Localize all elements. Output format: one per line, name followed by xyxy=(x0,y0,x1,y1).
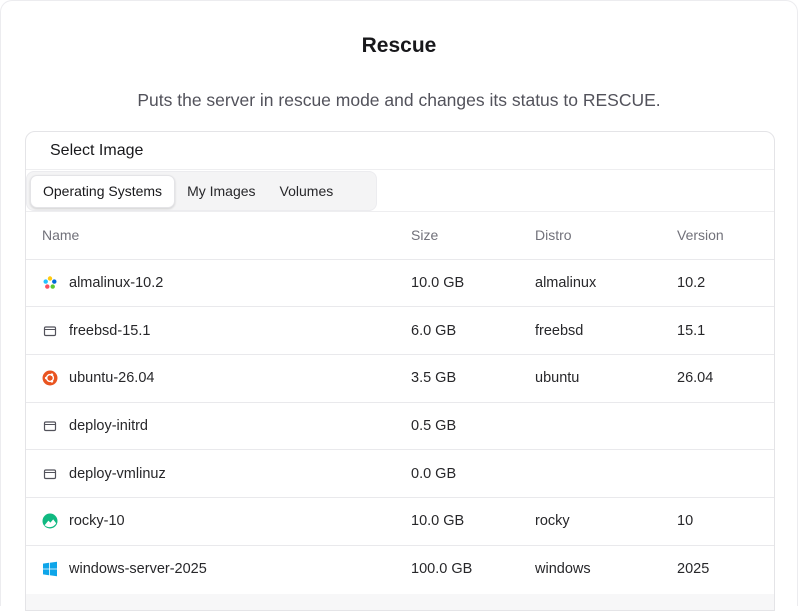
image-distro xyxy=(535,402,677,451)
select-image-card: Select Image Operating Systems My Images… xyxy=(25,131,775,611)
table-header-row: Name Size Distro Version xyxy=(26,212,774,260)
image-name: deploy-initrd xyxy=(69,417,148,434)
image-version: 15.1 xyxy=(677,306,774,355)
rocky-logo-icon xyxy=(42,513,58,529)
tab-my-images[interactable]: My Images xyxy=(175,175,267,208)
image-version: 10.2 xyxy=(677,259,774,308)
image-name: ubuntu-26.04 xyxy=(69,370,155,387)
disk-image-icon xyxy=(42,418,58,434)
image-distro: ubuntu xyxy=(535,354,677,403)
image-distro xyxy=(535,449,677,498)
image-source-tabs: Operating Systems My Images Volumes xyxy=(26,171,377,211)
image-name: rocky-10 xyxy=(69,513,125,530)
image-version xyxy=(677,449,774,498)
image-size: 10.0 GB xyxy=(411,497,535,546)
image-distro: freebsd xyxy=(535,306,677,355)
select-image-heading: Select Image xyxy=(26,132,774,170)
table-row[interactable]: freebsd-15.1 6.0 GB freebsd 15.1 xyxy=(26,306,774,355)
image-distro: windows xyxy=(535,561,591,578)
ubuntu-logo-icon xyxy=(42,370,58,386)
image-name: deploy-vmlinuz xyxy=(69,465,166,482)
table-row[interactable]: windows-server-2025 100.0 GB windows 202… xyxy=(26,545,774,593)
windows-logo-icon xyxy=(42,561,58,577)
image-size: 100.0 GB xyxy=(411,561,473,578)
image-distro: rocky xyxy=(535,497,677,546)
tab-operating-systems[interactable]: Operating Systems xyxy=(30,174,176,208)
image-size: 0.5 GB xyxy=(411,402,535,451)
disk-image-icon xyxy=(42,466,58,482)
image-name: freebsd-15.1 xyxy=(69,322,151,339)
column-header-name[interactable]: Name xyxy=(26,212,411,260)
image-version xyxy=(677,402,774,451)
image-distro: almalinux xyxy=(535,259,677,308)
image-version: 10 xyxy=(677,497,774,546)
tabs-row: Operating Systems My Images Volumes xyxy=(26,170,774,212)
image-size: 6.0 GB xyxy=(411,306,535,355)
dialog-description: Puts the server in rescue mode and chang… xyxy=(137,90,661,110)
image-name: almalinux-10.2 xyxy=(69,274,164,291)
tab-volumes[interactable]: Volumes xyxy=(268,175,346,208)
column-header-size[interactable]: Size xyxy=(411,212,535,260)
image-name: windows-server-2025 xyxy=(69,561,207,578)
disk-image-icon xyxy=(42,323,58,339)
table-row[interactable]: almalinux-10.2 10.0 GB almalinux 10.2 xyxy=(26,259,774,308)
table-footer-strip xyxy=(26,594,774,610)
table-row[interactable]: ubuntu-26.04 3.5 GB ubuntu 26.04 xyxy=(26,354,774,403)
column-header-distro[interactable]: Distro xyxy=(535,212,677,260)
table-row[interactable]: deploy-initrd 0.5 GB xyxy=(26,402,774,451)
image-version: 26.04 xyxy=(677,354,774,403)
images-table: Name Size Distro Version almalinux-10.2 … xyxy=(26,212,774,593)
table-row[interactable]: deploy-vmlinuz 0.0 GB xyxy=(26,449,774,498)
almalinux-logo-icon xyxy=(42,275,58,291)
column-header-version[interactable]: Version xyxy=(677,212,774,260)
image-size: 0.0 GB xyxy=(411,449,535,498)
rescue-dialog: Rescue Puts the server in rescue mode an… xyxy=(0,0,798,611)
table-row[interactable]: rocky-10 10.0 GB rocky 10 xyxy=(26,497,774,546)
image-size: 3.5 GB xyxy=(411,354,535,403)
image-version: 2025 xyxy=(677,561,710,578)
image-size: 10.0 GB xyxy=(411,259,535,308)
dialog-title: Rescue xyxy=(361,34,437,57)
